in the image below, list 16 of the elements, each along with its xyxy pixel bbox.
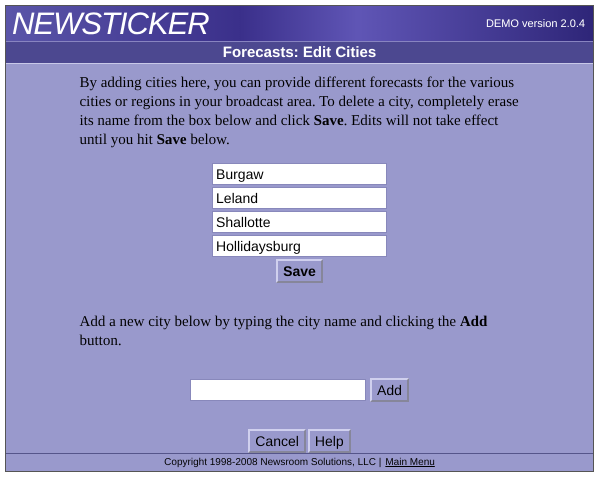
copyright-text: Copyright 1998-2008 Newsroom Solutions, LLC |: [164, 457, 382, 468]
city-field[interactable]: Leland: [212, 187, 387, 209]
new-city-field[interactable]: [190, 379, 366, 401]
logo: NEWSTICKER: [12, 6, 209, 41]
cancel-button[interactable]: Cancel: [248, 429, 306, 453]
add-instructions: Add a new city below by typing the city name and clicking the Add button.: [80, 313, 488, 351]
save-button[interactable]: Save: [276, 259, 323, 283]
city-field[interactable]: Shallotte: [212, 211, 387, 233]
city-field[interactable]: Hollidaysburg: [212, 235, 387, 257]
version-text: DEMO version 2.0.4: [486, 18, 585, 30]
intro-text: By adding cities here, you can provide different forecasts for the various cities or regions in your broadcast area. To delete a city, completely erase its name from the box below and click Save. Edits will not take effect until you hit Save below.: [80, 74, 520, 150]
add-button[interactable]: Add: [370, 378, 409, 402]
page-title: Forecasts: Edit Cities: [6, 41, 593, 64]
help-button[interactable]: Help: [308, 429, 351, 453]
main-menu-link[interactable]: Main Menu: [385, 457, 435, 468]
city-field[interactable]: Burgaw: [212, 163, 387, 185]
